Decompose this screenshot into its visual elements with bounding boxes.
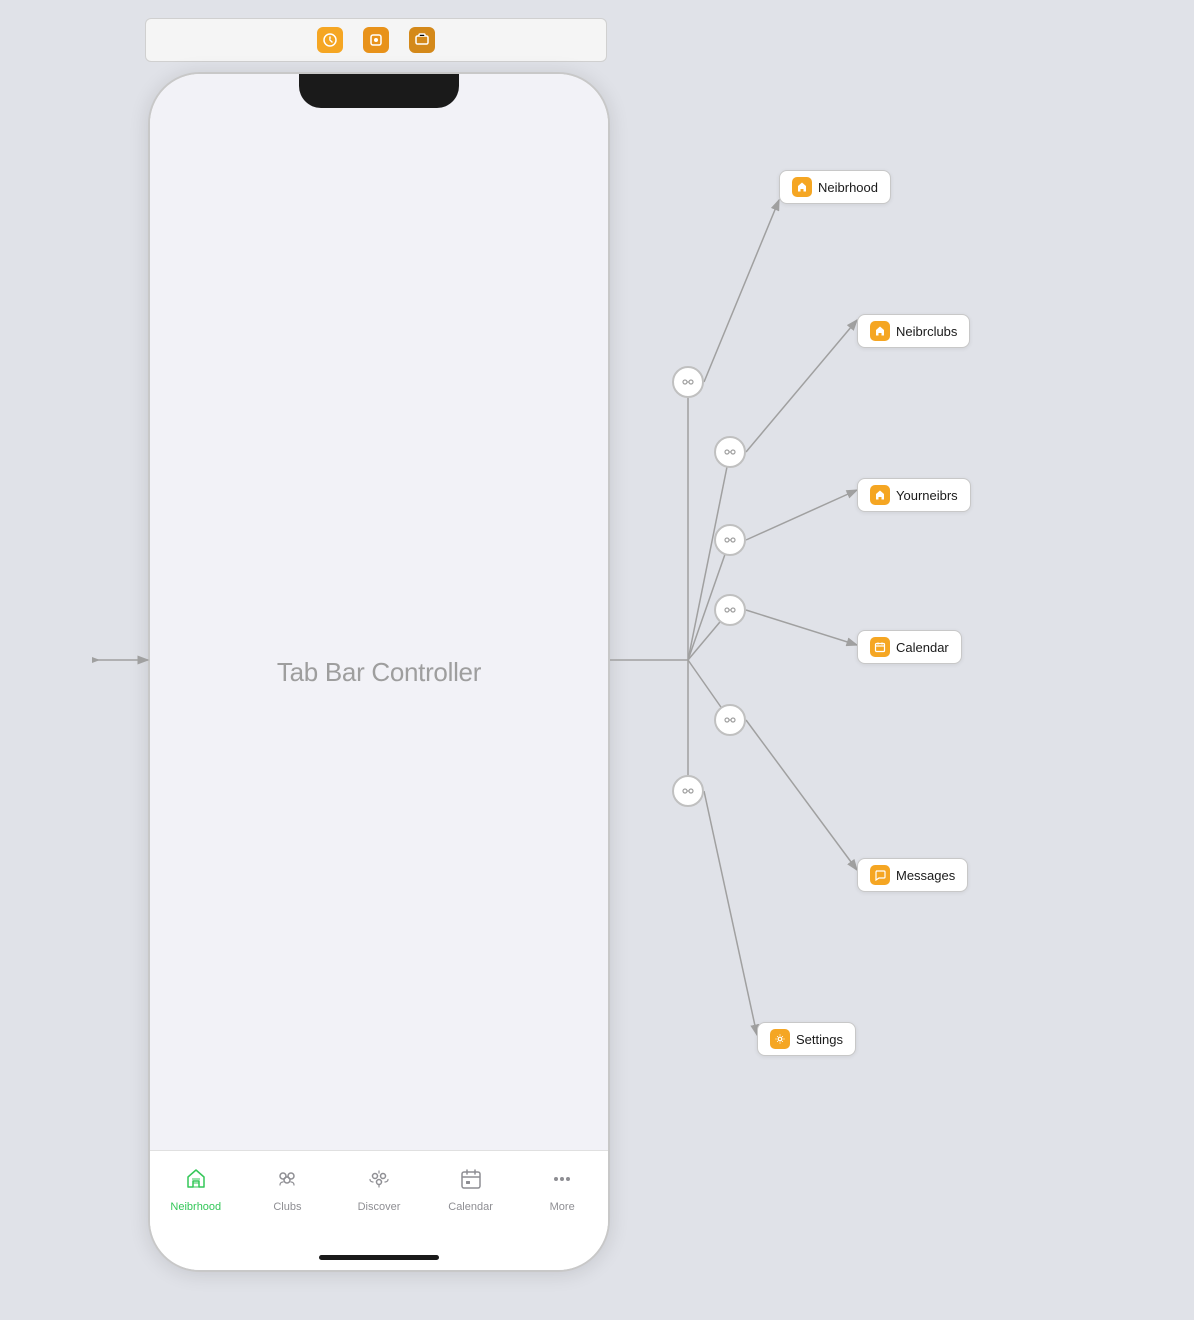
branch-node-icon-5 (723, 713, 737, 727)
dest-neibrhood-label: Neibrhood (818, 180, 878, 195)
branch-node-yourneibrs (714, 524, 746, 556)
dest-neibrclubs[interactable]: Neibrclubs (857, 314, 970, 348)
toolbar-icon-1 (317, 27, 343, 53)
branch-node-icon-6 (681, 784, 695, 798)
clubs-tab-icon (269, 1161, 305, 1197)
calendar-tab-label: Calendar (448, 1201, 493, 1213)
tab-neibrhood[interactable]: Neibrhood (150, 1161, 242, 1213)
branch-node-settings (672, 775, 704, 807)
dest-calendar[interactable]: Calendar (857, 630, 962, 664)
neibrhood-tab-label: Neibrhood (170, 1201, 221, 1213)
dest-settings-icon (770, 1029, 790, 1049)
dest-yourneibrs[interactable]: Yourneibrs (857, 478, 971, 512)
branch-node-calendar (714, 594, 746, 626)
tab-calendar[interactable]: Calendar (425, 1161, 517, 1213)
dest-neibrhood-icon (792, 177, 812, 197)
tab-discover[interactable]: Discover (333, 1161, 425, 1213)
iphone-frame: Tab Bar Controller Neibrhood (148, 72, 610, 1272)
dest-neibrclubs-icon (870, 321, 890, 341)
dest-messages[interactable]: Messages (857, 858, 968, 892)
xcode-toolbar (145, 18, 607, 62)
branch-node-neibrclubs (714, 436, 746, 468)
dest-yourneibrs-label: Yourneibrs (896, 488, 958, 503)
dest-neibrhood[interactable]: Neibrhood (779, 170, 891, 204)
branch-node-icon-2 (723, 445, 737, 459)
dest-settings[interactable]: Settings (757, 1022, 856, 1056)
dest-calendar-icon (870, 637, 890, 657)
dest-messages-label: Messages (896, 868, 955, 883)
neibrhood-tab-icon (178, 1161, 214, 1197)
dest-yourneibrs-icon (870, 485, 890, 505)
clubs-tab-label: Clubs (273, 1201, 301, 1213)
branch-node-icon (681, 375, 695, 389)
dest-messages-icon (870, 865, 890, 885)
dest-calendar-label: Calendar (896, 640, 949, 655)
tab-clubs[interactable]: Clubs (242, 1161, 334, 1213)
iphone-notch (299, 74, 459, 108)
toolbar-icon-3 (409, 27, 435, 53)
toolbar-icon-2 (363, 27, 389, 53)
branch-node-neibrhood (672, 366, 704, 398)
tab-bar: Neibrhood Clubs (150, 1150, 608, 1270)
calendar-tab-icon (453, 1161, 489, 1197)
more-tab-icon (544, 1161, 580, 1197)
tab-bar-controller-label: Tab Bar Controller (277, 657, 481, 688)
home-indicator (319, 1255, 439, 1260)
more-tab-label: More (550, 1201, 575, 1213)
tab-more[interactable]: More (516, 1161, 608, 1213)
branch-node-messages (714, 704, 746, 736)
discover-tab-label: Discover (358, 1201, 401, 1213)
branch-node-icon-4 (723, 603, 737, 617)
discover-tab-icon (361, 1161, 397, 1197)
branch-node-icon-3 (723, 533, 737, 547)
dest-settings-label: Settings (796, 1032, 843, 1047)
dest-neibrclubs-label: Neibrclubs (896, 324, 957, 339)
iphone-content: Tab Bar Controller (150, 74, 608, 1270)
